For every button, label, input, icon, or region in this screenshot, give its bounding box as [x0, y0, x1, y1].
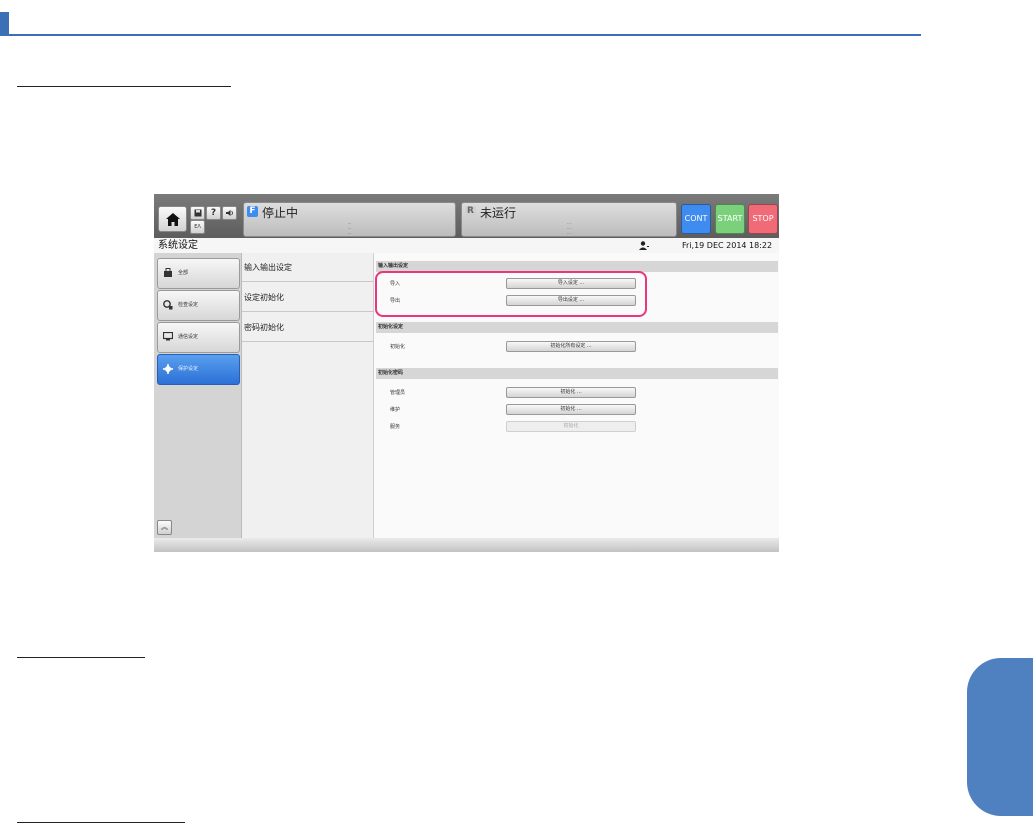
bottom-bar [154, 538, 779, 552]
row-label-admin: 管理员 [390, 390, 406, 396]
sidebar-item-label: 检查设定 [178, 302, 199, 308]
sidebar-item-communication[interactable]: 通信设定 [157, 322, 240, 353]
init-service-password-button: 初始化 [506, 421, 636, 432]
heading-underline-2 [17, 657, 145, 658]
section-header-init: 初始化设定 [376, 322, 778, 333]
gear-icon [163, 364, 173, 374]
language-button[interactable]: ΕΛ [190, 220, 205, 234]
row-label-maintenance: 维护 [390, 407, 401, 413]
collapse-button[interactable]: ︽ [157, 520, 172, 535]
initialize-all-button[interactable]: 初始化所有设定 ... [506, 341, 636, 352]
highlight-frame [375, 271, 647, 317]
save-button[interactable] [190, 206, 205, 220]
row-label-service: 服务 [390, 424, 401, 430]
sound-button[interactable] [222, 206, 237, 220]
user-icon[interactable] [639, 241, 649, 250]
status-primary-letter: F [247, 206, 258, 217]
help-button[interactable]: ? [206, 206, 221, 220]
section-header-password: 初始化密码 [376, 368, 778, 379]
init-admin-password-button[interactable]: 初始化 ... [506, 387, 636, 398]
sidebar-item-label: 保护设定 [178, 366, 199, 372]
sidebar-item-all[interactable]: 全部 [157, 258, 240, 289]
cont-button[interactable]: CONT [681, 204, 711, 234]
status-primary[interactable]: F 停止中 ... ... ... [243, 202, 456, 237]
all-icon [164, 268, 172, 277]
heading-underline-1 [17, 86, 231, 87]
sidebar: 全部 检查设定 通信设定 保护设定 ︽ [154, 253, 241, 538]
sidebar-item-inspection[interactable]: 检查设定 [157, 290, 240, 321]
stop-button[interactable]: STOP [748, 204, 778, 234]
home-icon [165, 212, 180, 226]
chevron-up-icon: ︽ [161, 523, 168, 531]
submenu-item-io-settings[interactable]: 输入输出设定 [242, 253, 374, 282]
title-bar: 系统设定 Fri,19 DEC 2014 18:22 [154, 238, 779, 253]
sidebar-item-label: 全部 [178, 270, 189, 276]
speaker-icon [225, 210, 233, 216]
sidebar-item-protection[interactable]: 保护设定 [157, 354, 240, 385]
status-primary-info: ... ... ... [347, 220, 352, 235]
status-primary-title: 停止中 [262, 206, 299, 220]
submenu-item-password-init[interactable]: 密码初始化 [242, 313, 374, 342]
status-secondary-title: 未运行 [480, 206, 517, 220]
status-secondary-info: ... ... ... [567, 220, 571, 235]
home-button[interactable] [158, 206, 187, 232]
top-bar: ? ΕΛ F 停止中 ... ... ... R 未运行 ... ... ... [154, 194, 779, 238]
status-secondary[interactable]: R 未运行 ... ... ... [461, 202, 677, 237]
heading-underline-3 [17, 822, 185, 823]
chapter-side-tab [967, 658, 1033, 816]
submenu: 输入输出设定 设定初始化 密码初始化 [241, 253, 374, 538]
row-label-initialize: 初始化 [390, 344, 406, 350]
start-button[interactable]: START [715, 204, 745, 234]
app-screenshot: ? ΕΛ F 停止中 ... ... ... R 未运行 ... ... ... [154, 194, 779, 552]
init-maintenance-password-button[interactable]: 初始化 ... [506, 404, 636, 415]
communication-icon [163, 332, 173, 341]
status-secondary-letter: R [465, 206, 476, 217]
datetime: Fri,19 DEC 2014 18:22 [682, 241, 773, 250]
screen-title: 系统设定 [158, 240, 198, 251]
submenu-item-settings-init[interactable]: 设定初始化 [242, 283, 374, 312]
inspection-icon [163, 300, 173, 310]
sidebar-item-label: 通信设定 [178, 334, 199, 340]
page-header-rule [9, 34, 921, 36]
save-icon [194, 209, 201, 217]
page-header-marker [0, 12, 9, 36]
